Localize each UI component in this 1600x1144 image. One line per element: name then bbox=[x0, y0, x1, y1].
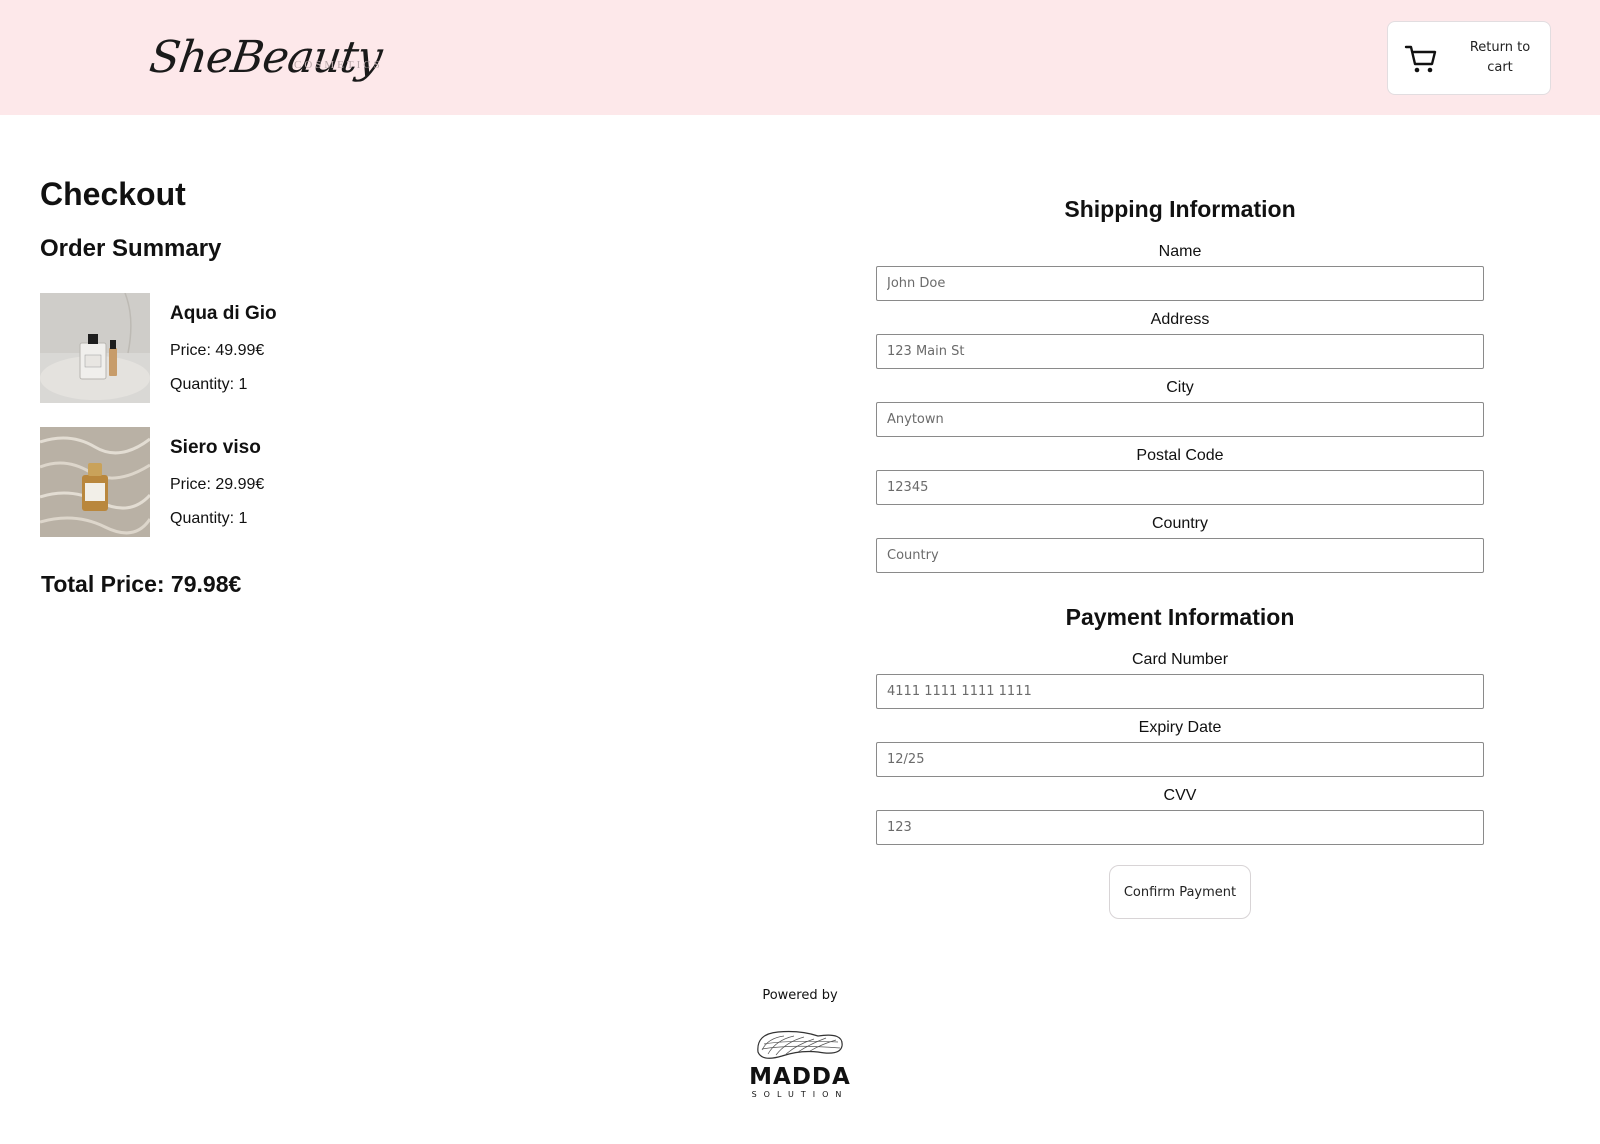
total-price: Total Price: 79.98€ bbox=[41, 571, 242, 597]
postal-code-label: Postal Code bbox=[1136, 447, 1224, 464]
item-quantity: Quantity: 1 bbox=[170, 376, 248, 393]
madda-subtitle: SOLUTION bbox=[751, 1090, 849, 1099]
expiry-date-label: Expiry Date bbox=[1138, 719, 1222, 736]
product-image-serum bbox=[40, 427, 150, 537]
order-item: Siero viso Price: 29.99€ Quantity: 1 bbox=[40, 427, 540, 537]
madda-logo[interactable]: MADDA SOLUTION bbox=[748, 1022, 852, 1102]
name-input[interactable] bbox=[876, 266, 1484, 301]
address-input[interactable] bbox=[876, 334, 1484, 369]
cvv-input[interactable] bbox=[876, 810, 1484, 845]
cvv-label: CVV bbox=[1163, 787, 1197, 804]
cart-icon bbox=[1404, 45, 1437, 73]
order-summary-title: Order Summary bbox=[40, 235, 222, 262]
confirm-payment-button[interactable]: Confirm Payment bbox=[1109, 865, 1251, 919]
city-label: City bbox=[1166, 379, 1194, 396]
postal-code-input[interactable] bbox=[876, 470, 1484, 505]
madda-mark-icon bbox=[757, 1030, 843, 1059]
item-name: Aqua di Gio bbox=[170, 303, 277, 324]
powered-by-text: Powered by bbox=[762, 988, 838, 1003]
page-title: Checkout bbox=[40, 176, 186, 212]
return-to-cart-label: Return to cart bbox=[1469, 40, 1531, 75]
item-name: Siero viso bbox=[170, 437, 261, 458]
product-image-perfume bbox=[40, 293, 150, 403]
payment-title: Payment Information bbox=[1065, 604, 1295, 630]
expiry-date-input[interactable] bbox=[876, 742, 1484, 777]
country-input[interactable] bbox=[876, 538, 1484, 573]
name-label: Name bbox=[1158, 243, 1202, 260]
logo-script-text: SheBeauty bbox=[146, 32, 385, 83]
address-label: Address bbox=[1150, 311, 1210, 328]
item-price: Price: 49.99€ bbox=[170, 342, 265, 359]
return-to-cart-button[interactable]: Return to cart bbox=[1387, 21, 1551, 95]
card-number-input[interactable] bbox=[876, 674, 1484, 709]
order-item: Aqua di Gio Price: 49.99€ Quantity: 1 bbox=[40, 293, 540, 403]
shebeauty-logo[interactable]: SheBeauty COSMETICS bbox=[146, 22, 384, 94]
country-label: Country bbox=[1151, 515, 1209, 532]
site-header: SheBeauty COSMETICS Return to cart bbox=[0, 0, 1600, 115]
card-number-label: Card Number bbox=[1131, 651, 1229, 668]
madda-wordmark: MADDA bbox=[749, 1064, 851, 1090]
city-input[interactable] bbox=[876, 402, 1484, 437]
logo-subtitle: COSMETICS bbox=[294, 59, 383, 71]
shipping-title: Shipping Information bbox=[1064, 196, 1296, 222]
item-quantity: Quantity: 1 bbox=[170, 510, 248, 527]
item-price: Price: 29.99€ bbox=[170, 476, 265, 493]
